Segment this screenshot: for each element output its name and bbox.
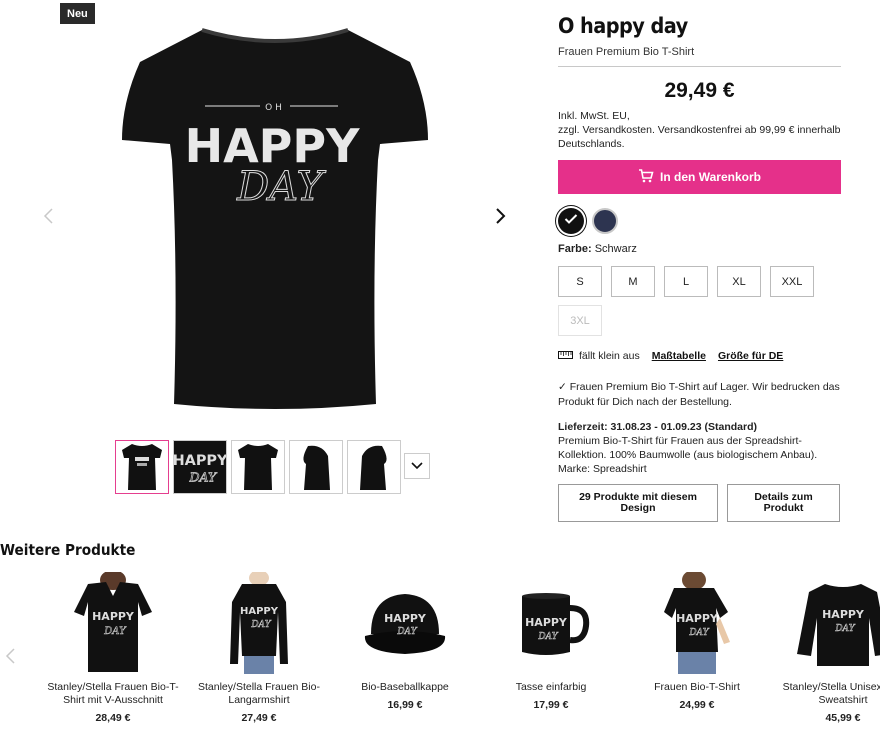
- thumbnail-design-happy-text: HAPPY: [174, 453, 226, 469]
- product-price: 27,49 €: [241, 712, 277, 724]
- delivery-info: Lieferzeit: 31.08.23 - 01.09.23 (Standar…: [558, 420, 841, 476]
- product-image-longsleeve: HAPPY DAY: [209, 570, 309, 678]
- product-description: Premium Bio-T-Shirt für Frauen aus der S…: [558, 435, 818, 475]
- size-option-s[interactable]: S: [558, 266, 602, 297]
- add-to-cart-label: In den Warenkorb: [660, 170, 761, 184]
- product-card[interactable]: HAPPY DAY Bio-Baseballkappe 16,99 €: [332, 570, 478, 724]
- product-cap-design-text: HAPPY: [384, 612, 427, 625]
- product-price: 45,99 €: [825, 712, 861, 724]
- new-badge: Neu: [60, 3, 95, 24]
- tax-line-shipping: zzgl. Versandkosten. Versandkostenfrei a…: [558, 124, 841, 150]
- product-longsleeve-design-day-text: DAY: [250, 620, 271, 630]
- size-option-xl[interactable]: XL: [717, 266, 761, 297]
- size-option-m[interactable]: M: [611, 266, 655, 297]
- more-products-carousel: HAPPY DAY Stanley/Stella Frauen Bio-T-Sh…: [40, 570, 880, 724]
- more-products-heading: Weitere Produkte: [0, 541, 136, 559]
- check-icon: ✓: [558, 381, 567, 393]
- product-image-vneck-tshirt: HAPPY DAY: [63, 570, 163, 678]
- product-image-baseball-cap: HAPPY DAY: [355, 570, 455, 678]
- product-name: Stanley/Stella Frauen Bio-Langarmshirt: [198, 681, 320, 706]
- color-swatch-black[interactable]: [558, 208, 584, 234]
- color-swatches: [558, 208, 841, 234]
- product-vneck-tshirt-design-text: HAPPY: [92, 610, 135, 623]
- product-name: Stanley/Stella Unisex Bio-Sweatshirt: [782, 681, 880, 706]
- product-card[interactable]: HAPPY DAY Stanley/Stella Unisex Bio-Swea…: [770, 570, 880, 724]
- product-card[interactable]: HAPPY DAY Stanley/Stella Frauen Bio-Lang…: [186, 570, 332, 724]
- design-oh-text: OH: [265, 103, 285, 113]
- fit-note: fällt klein aus: [579, 350, 640, 362]
- product-price: 17,99 €: [533, 699, 569, 711]
- add-to-cart-button[interactable]: In den Warenkorb: [558, 160, 841, 194]
- divider: [558, 66, 841, 67]
- delivery-label: Lieferzeit: 31.08.23 - 01.09.23 (Standar…: [558, 421, 758, 433]
- product-price: 29,49 €: [664, 79, 735, 102]
- thumbnail-side-right[interactable]: [347, 440, 401, 494]
- thumbnail-back[interactable]: [231, 440, 285, 494]
- product-mug-design-day-text: DAY: [537, 632, 558, 642]
- stock-text: Frauen Premium Bio T-Shirt auf Lager. Wi…: [558, 381, 840, 408]
- size-selector: S M L XL XXL 3XL: [558, 266, 828, 336]
- previous-image-arrow-icon[interactable]: [40, 207, 58, 225]
- product-title: O happy day: [558, 14, 688, 38]
- color-swatch-navy[interactable]: [592, 208, 618, 234]
- product-name: Bio-Baseballkappe: [361, 681, 449, 693]
- product-name: Frauen Bio-T-Shirt: [654, 681, 740, 693]
- product-details-button[interactable]: Details zum Produkt: [727, 484, 840, 522]
- design-day-text: DAY: [236, 164, 326, 210]
- product-price: 24,99 €: [679, 699, 715, 711]
- tax-info: Inkl. MwSt. EU, zzgl. Versandkosten. Ver…: [558, 109, 841, 151]
- checkmark-icon: [564, 212, 578, 230]
- main-product-image: OH HAPPY DAY: [110, 22, 440, 417]
- thumbnail-design-day-text: DAY: [188, 469, 218, 484]
- product-sweatshirt-design-day-text: DAY: [834, 624, 855, 634]
- thumbnail-side-left[interactable]: [289, 440, 343, 494]
- thumbnail-design[interactable]: HAPPY DAY: [173, 440, 227, 494]
- thumbnail-front[interactable]: [115, 440, 169, 494]
- size-option-l[interactable]: L: [664, 266, 708, 297]
- product-sweatshirt-design-text: HAPPY: [822, 608, 865, 621]
- size-option-3xl[interactable]: 3XL: [558, 305, 602, 336]
- ruler-icon: [558, 350, 573, 362]
- product-card[interactable]: HAPPY DAY Tasse einfarbig 17,99 €: [478, 570, 624, 724]
- selected-color-label: Farbe: Schwarz: [558, 243, 841, 255]
- product-vneck-tshirt-design-day-text: DAY: [103, 626, 127, 637]
- product-longsleeve-design-text: HAPPY: [240, 606, 279, 617]
- product-name: Stanley/Stella Frauen Bio-T-Shirt mit V-…: [47, 681, 179, 706]
- product-card[interactable]: HAPPY DAY Frauen Bio-T-Shirt 24,99 €: [624, 570, 770, 724]
- product-price: 28,49 €: [95, 712, 131, 724]
- product-image-sweatshirt: HAPPY DAY: [793, 570, 880, 678]
- size-chart-link[interactable]: Maßtabelle: [652, 350, 706, 362]
- previous-products-arrow-icon[interactable]: [2, 647, 20, 665]
- product-cap-design-day-text: DAY: [396, 627, 417, 637]
- products-with-design-button[interactable]: 29 Produkte mit diesem Design: [558, 484, 718, 522]
- fit-info-row: fällt klein aus Maßtabelle Größe für DE: [558, 350, 841, 362]
- shopping-cart-icon: [638, 168, 654, 186]
- product-women-tshirt-design-text: HAPPY: [676, 612, 719, 625]
- tax-line-vat: Inkl. MwSt. EU,: [558, 110, 630, 122]
- product-subtitle: Frauen Premium Bio T-Shirt: [558, 46, 695, 58]
- product-women-tshirt-design-day-text: DAY: [688, 628, 709, 638]
- size-option-xxl[interactable]: XXL: [770, 266, 814, 297]
- thumbnail-strip: HAPPY DAY: [115, 440, 401, 494]
- size-for-de-link[interactable]: Größe für DE: [718, 350, 783, 362]
- product-price: 16,99 €: [387, 699, 423, 711]
- product-mug-design-text: HAPPY: [525, 616, 568, 629]
- color-label-key: Farbe:: [558, 243, 592, 255]
- product-card[interactable]: HAPPY DAY Stanley/Stella Frauen Bio-T-Sh…: [40, 570, 186, 724]
- product-name: Tasse einfarbig: [515, 681, 587, 693]
- next-image-arrow-icon[interactable]: [491, 207, 509, 225]
- color-label-value: Schwarz: [594, 243, 637, 255]
- info-buttons: 29 Produkte mit diesem Design Details zu…: [558, 484, 841, 522]
- product-image-women-tshirt: HAPPY DAY: [647, 570, 747, 678]
- product-image-mug: HAPPY DAY: [501, 570, 601, 678]
- more-thumbnails-chevron-down-icon[interactable]: [404, 453, 430, 479]
- stock-info: ✓ Frauen Premium Bio T-Shirt auf Lager. …: [558, 380, 841, 410]
- product-info-panel: O happy day Frauen Premium Bio T-Shirt 2…: [558, 14, 841, 522]
